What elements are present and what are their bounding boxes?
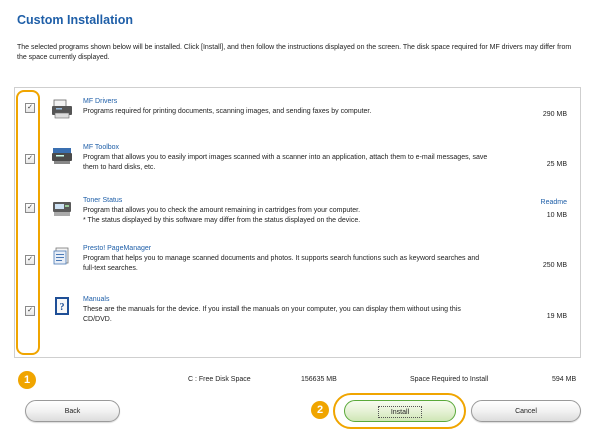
svg-text:?: ? <box>60 302 65 313</box>
presto-pagemanager-name[interactable]: Presto! PageManager <box>83 245 151 252</box>
program-list: ✓ MF Drivers Programs required for print… <box>14 87 581 358</box>
manuals-description: These are the manuals for the device. If… <box>83 306 461 323</box>
checkbox-column-highlight <box>16 90 40 355</box>
toner-icon <box>53 202 71 216</box>
free-disk-space-label: C : Free Disk Space <box>188 376 251 383</box>
toolbox-icon <box>52 148 72 164</box>
toner-status-name[interactable]: Toner Status <box>83 197 122 204</box>
callout-badge-2: 2 <box>311 401 329 419</box>
presto-pagemanager-description: Program that helps you to manage scanned… <box>83 255 480 272</box>
program-row-manuals: ✓ ? Manuals These are the manuals for th… <box>15 294 582 338</box>
pagemanager-icon <box>53 247 69 265</box>
program-row-mf-toolbox: ✓ MF Toolbox Program that allows you to … <box>15 142 582 186</box>
space-required-value: 594 MB <box>552 376 577 383</box>
back-button[interactable]: Back <box>25 400 120 422</box>
program-row-mf-drivers: ✓ MF Drivers Programs required for print… <box>15 96 582 140</box>
mf-drivers-description: Programs required for printing documents… <box>83 108 372 115</box>
cancel-button[interactable]: Cancel <box>471 400 581 422</box>
toner-status-readme-link[interactable]: Readme <box>541 199 567 206</box>
presto-pagemanager-size: 250 MB <box>542 262 567 269</box>
page-title: Custom Installation <box>17 13 133 27</box>
toner-status-size: 10 MB <box>546 212 567 219</box>
manuals-size: 19 MB <box>546 313 567 320</box>
program-row-presto-pagemanager: ✓ Presto! PageManager Program that helps… <box>15 243 582 287</box>
toner-status-description: Program that allows you to check the amo… <box>83 207 361 224</box>
callout-badge-1: 1 <box>18 371 36 389</box>
mf-drivers-name[interactable]: MF Drivers <box>83 98 117 105</box>
mf-drivers-size: 290 MB <box>542 111 567 118</box>
manual-book-icon: ? <box>55 297 69 315</box>
mf-toolbox-size: 25 MB <box>546 161 567 168</box>
printer-icon <box>52 99 72 119</box>
manuals-name[interactable]: Manuals <box>83 296 109 303</box>
install-button-label: Install <box>378 406 422 418</box>
instruction-text: The selected programs shown below will b… <box>17 44 572 61</box>
mf-toolbox-description: Program that allows you to easily import… <box>83 154 488 171</box>
program-row-toner-status: ✓ Toner Status Program that allows you t… <box>15 195 582 239</box>
install-button[interactable]: Install <box>344 400 456 422</box>
free-disk-space-value: 156635 MB <box>301 376 337 383</box>
space-required-label: Space Required to Install <box>410 376 489 383</box>
mf-toolbox-name[interactable]: MF Toolbox <box>83 144 119 151</box>
